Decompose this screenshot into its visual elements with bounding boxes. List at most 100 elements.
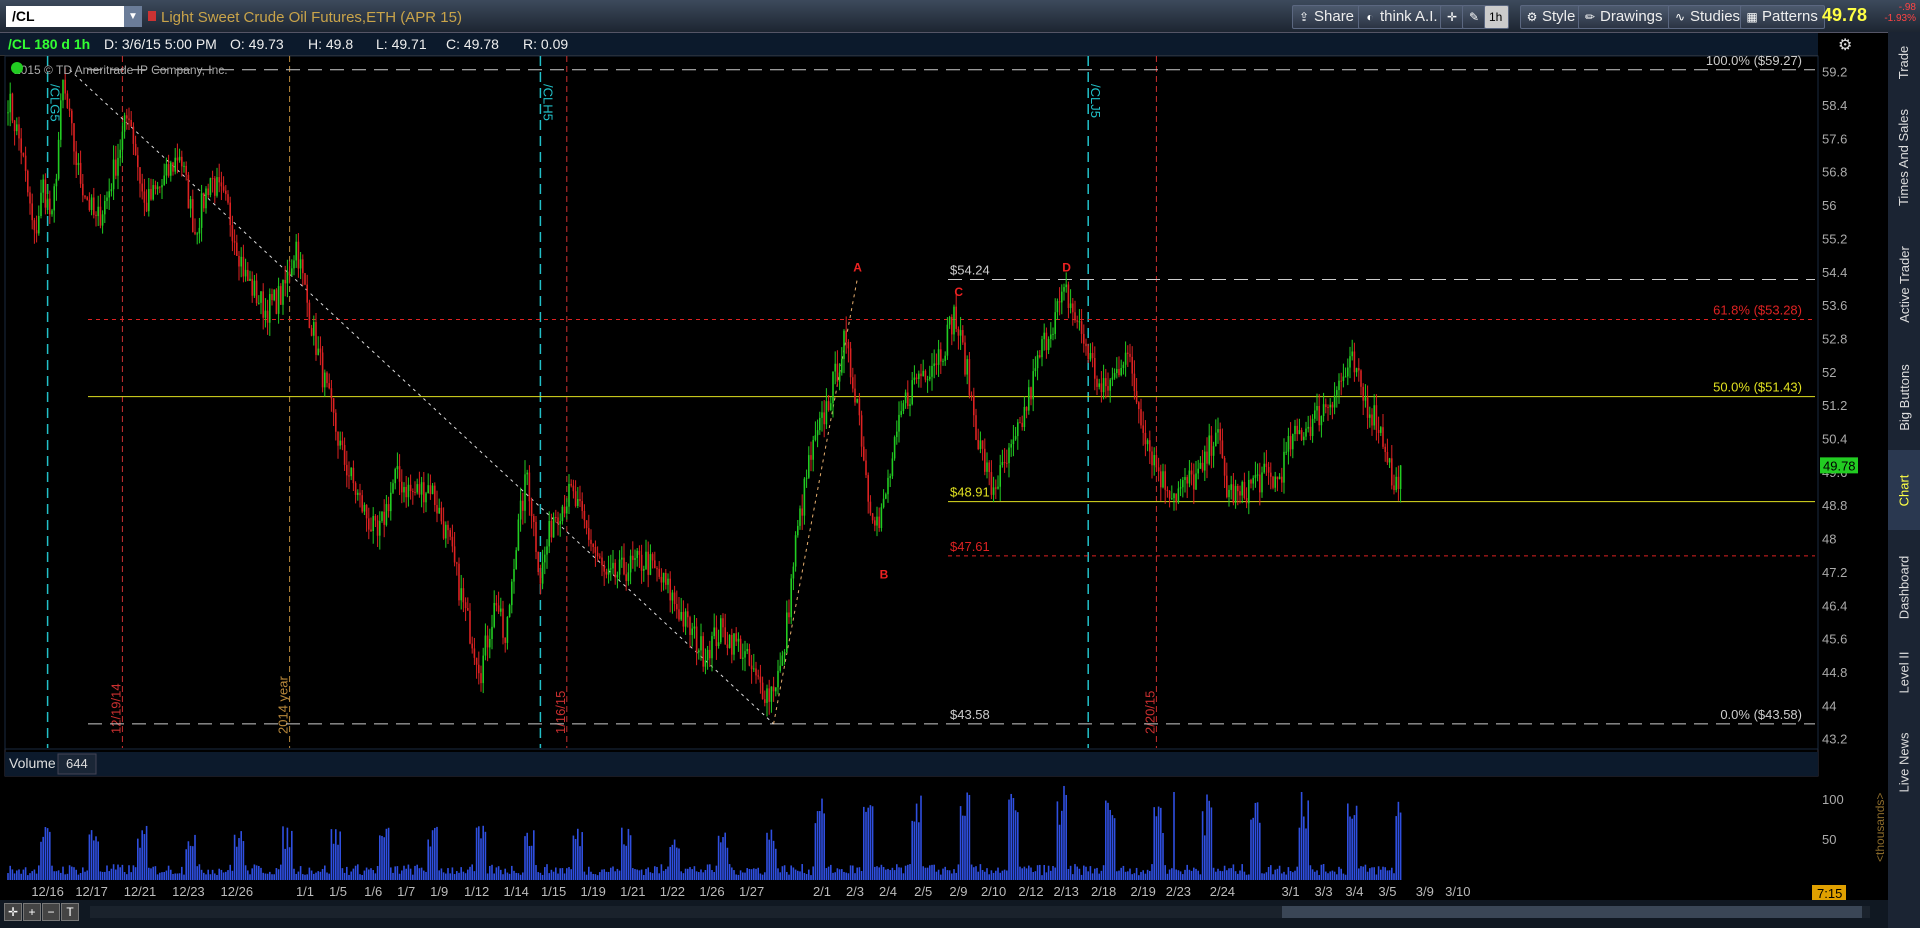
- candle-body: [1254, 474, 1257, 478]
- candle-body: [469, 610, 471, 644]
- volume-bar: [60, 872, 62, 880]
- crosshair-icon: ✛: [1446, 10, 1458, 24]
- status-dot-icon[interactable]: [11, 62, 23, 74]
- zoom-in-icon[interactable]: +: [23, 903, 41, 921]
- think-ai-button[interactable]: ◐ think A.I.: [1358, 5, 1445, 29]
- candle-body: [253, 280, 256, 296]
- volume-bar: [1362, 866, 1364, 880]
- volume-bar: [354, 865, 357, 880]
- candle-body: [526, 472, 528, 475]
- volume-bar: [1358, 868, 1360, 880]
- tab-dashboard[interactable]: Dashboard: [1888, 542, 1920, 632]
- candle-body: [95, 214, 97, 217]
- tab-active-trader[interactable]: Active Trader: [1888, 227, 1920, 342]
- scrollbar-thumb[interactable]: [1282, 906, 1862, 918]
- candle-body: [803, 478, 806, 516]
- tab-chart[interactable]: Chart: [1888, 450, 1920, 530]
- volume-bar: [9, 865, 11, 880]
- candle-body: [484, 635, 487, 656]
- candle-body: [1195, 473, 1197, 490]
- candle-body: [1377, 430, 1380, 433]
- candle-body: [273, 289, 275, 301]
- volume-bar: [1316, 870, 1318, 880]
- candle-body: [1003, 462, 1006, 464]
- tab-times-and-sales[interactable]: Times And Sales: [1888, 92, 1920, 222]
- candle-body: [1248, 479, 1250, 504]
- patterns-button[interactable]: ▦ Patterns: [1740, 5, 1825, 29]
- volume-bar: [154, 866, 157, 880]
- interval-button[interactable]: 1h: [1484, 5, 1510, 29]
- candle-body: [106, 197, 108, 201]
- volume-bar: [1223, 865, 1226, 880]
- volume-bar: [693, 866, 696, 880]
- candle-body: [123, 115, 126, 132]
- volume-bar: [418, 868, 421, 880]
- tab-level-ii[interactable]: Level II: [1888, 637, 1920, 707]
- volume-bar: [13, 873, 16, 880]
- volume-bar: [128, 865, 130, 880]
- volume-bar: [1036, 865, 1039, 880]
- volume-bar: [1309, 865, 1312, 880]
- candle-body: [673, 592, 676, 605]
- candle-body: [891, 458, 894, 477]
- style-button[interactable]: ⚙ Style: [1520, 5, 1583, 29]
- candle-body: [165, 164, 168, 176]
- flag-icon[interactable]: [148, 11, 156, 21]
- pan-icon[interactable]: ✛: [4, 903, 22, 921]
- symbol-input[interactable]: /CL: [6, 6, 126, 27]
- volume-bar: [836, 868, 839, 880]
- volume-bar: [82, 867, 84, 880]
- symbol-dropdown-icon[interactable]: ▼: [124, 6, 142, 27]
- candle-body: [770, 686, 773, 702]
- candle-body: [7, 112, 9, 114]
- candle-body: [537, 551, 539, 573]
- candle-body: [71, 110, 73, 124]
- volume-bar: [159, 872, 161, 880]
- volume-bar: [596, 875, 599, 880]
- candle-body: [1050, 334, 1052, 339]
- tab-big-buttons[interactable]: Big Buttons: [1888, 347, 1920, 447]
- candle-body: [827, 401, 830, 410]
- time-tick-label: 12/23: [172, 884, 205, 899]
- candle-body: [420, 482, 423, 495]
- volume-bar: [581, 832, 583, 880]
- drawings-button[interactable]: ✏ Drawings: [1578, 5, 1670, 29]
- volume-bar: [500, 869, 502, 880]
- volume-bar: [691, 869, 693, 880]
- candle-body: [735, 633, 737, 642]
- volume-bar: [845, 872, 847, 880]
- text-tool-icon[interactable]: T: [61, 903, 79, 921]
- volume-bar: [533, 830, 535, 880]
- volume-bar: [1331, 870, 1334, 880]
- tab-trade[interactable]: Trade: [1888, 32, 1920, 92]
- volume-bar: [379, 835, 381, 880]
- volume-bar: [409, 868, 412, 880]
- price-volume-chart[interactable]: /CLG5/CLH5/CLJ512/19/14 2014 year 1/16/15 2…: [0, 32, 1888, 902]
- volume-bar: [856, 867, 858, 880]
- volume-bar: [165, 870, 168, 880]
- candle-body: [143, 191, 146, 203]
- volume-bar: [233, 834, 236, 880]
- last-price-marker-label: 49.78: [1823, 458, 1856, 473]
- zoom-out-icon[interactable]: −: [42, 903, 60, 921]
- share-button[interactable]: ⇪ Share: [1292, 5, 1362, 29]
- candle-body: [1080, 321, 1083, 334]
- candle-body: [398, 466, 401, 482]
- tools-button[interactable]: ✎: [1462, 5, 1486, 29]
- candle-body: [339, 440, 341, 446]
- candle-body: [887, 477, 889, 495]
- tab-live-news[interactable]: Live News: [1888, 712, 1920, 812]
- price-tick-label: 50.4: [1822, 432, 1847, 447]
- volume-bar: [244, 865, 247, 880]
- studies-button[interactable]: ∿ Studies: [1668, 5, 1748, 29]
- crosshair-tool-button[interactable]: ✛: [1440, 5, 1464, 29]
- volume-bar: [284, 848, 286, 880]
- volume-bar: [1034, 871, 1037, 880]
- candle-body: [854, 388, 856, 403]
- candle-body: [924, 370, 927, 380]
- price-change: -.98 -1.93%: [1884, 2, 1916, 24]
- volume-bar: [79, 873, 82, 880]
- candle-body: [871, 513, 874, 521]
- candle-body: [548, 520, 550, 547]
- volume-unit: <thousands>: [1873, 793, 1887, 862]
